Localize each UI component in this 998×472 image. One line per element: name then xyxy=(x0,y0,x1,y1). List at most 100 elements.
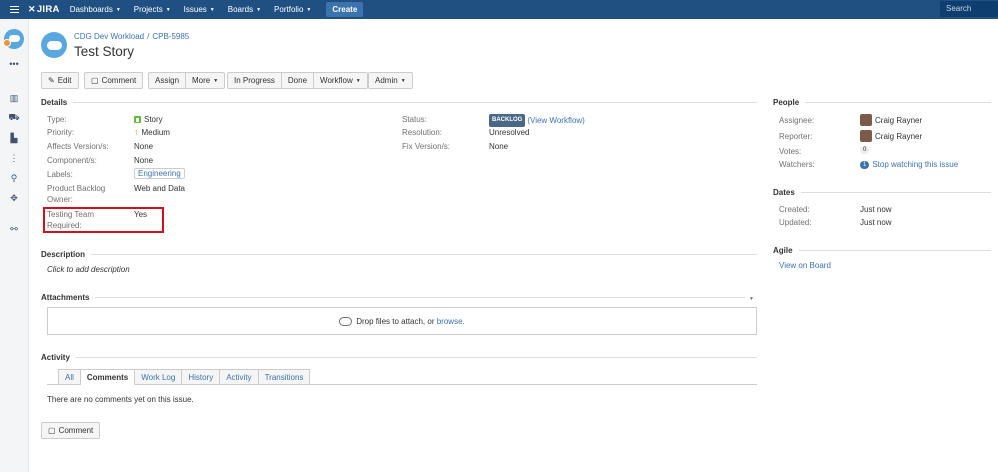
story-icon xyxy=(134,116,141,123)
menu-icon[interactable] xyxy=(0,0,28,19)
nav-boards[interactable]: Boards ▼ xyxy=(228,5,261,14)
attachments-heading[interactable]: Attachments xyxy=(41,293,745,302)
created-value: Just now xyxy=(860,205,892,214)
tab-activity[interactable]: Activity xyxy=(220,369,259,385)
components-value[interactable]: None xyxy=(134,155,153,166)
divider xyxy=(805,102,991,103)
assign-button[interactable]: Assign xyxy=(148,72,187,89)
priority-value: ↑ Medium xyxy=(134,127,170,137)
status-label: Status: xyxy=(402,115,427,124)
fix-version-value[interactable]: None xyxy=(489,141,508,152)
more-icon[interactable]: ••• xyxy=(8,59,20,69)
issue-project-avatar xyxy=(41,32,67,58)
reporter-value[interactable]: Craig Rayner xyxy=(860,130,922,142)
issues-search-icon[interactable]: ⚲ xyxy=(8,173,20,183)
affects-version-label: Affects Version/s: xyxy=(47,142,109,151)
tab-transitions[interactable]: Transitions xyxy=(258,369,311,385)
status-badge: BACKLOG xyxy=(489,114,526,127)
search-input[interactable]: Search xyxy=(940,1,998,17)
breadcrumb-project-link[interactable]: CDG Dev Workload xyxy=(74,32,144,41)
comment-button[interactable]: ▢ Comment xyxy=(84,72,144,89)
more-button[interactable]: More ▼ xyxy=(186,72,226,89)
priority-label: Priority: xyxy=(47,128,75,137)
comment-icon: ▢ xyxy=(91,76,99,85)
divider xyxy=(75,357,757,358)
description-placeholder[interactable]: Click to add description xyxy=(47,264,130,275)
affects-version-value[interactable]: None xyxy=(134,141,153,152)
nav-portfolio[interactable]: Portfolio ▼ xyxy=(274,5,311,14)
board-icon[interactable]: ▥ xyxy=(8,93,20,103)
watchers-badge[interactable]: 1 xyxy=(860,160,870,169)
chevron-down-icon: ▼ xyxy=(256,6,262,13)
updated-value: Just now xyxy=(860,218,892,227)
details-heading[interactable]: Details xyxy=(41,98,757,107)
done-button[interactable]: Done xyxy=(281,72,315,89)
issue-summary[interactable]: Test Story xyxy=(74,44,134,59)
admin-button[interactable]: Admin ▼ xyxy=(368,72,413,89)
divider xyxy=(800,192,991,193)
reporter-label: Reporter: xyxy=(779,132,813,141)
chevron-down-icon: ▼ xyxy=(165,6,171,13)
tab-all[interactable]: All xyxy=(58,369,81,385)
project-avatar[interactable] xyxy=(3,29,24,49)
product-backlog-owner-value[interactable]: Web and Data xyxy=(134,183,185,194)
comment-icon: ▢ xyxy=(48,426,56,435)
components-label: Component/s: xyxy=(47,156,97,165)
assignee-value[interactable]: Craig Rayner xyxy=(860,114,922,126)
link-icon[interactable]: ⚯ xyxy=(8,224,20,234)
browse-link[interactable]: browse. xyxy=(437,317,465,326)
view-workflow-link[interactable]: (View Workflow) xyxy=(527,115,585,126)
chevron-down-icon[interactable]: ▼ xyxy=(749,296,754,302)
addons-icon[interactable]: ✥ xyxy=(8,193,20,203)
assign-group: Assign More ▼ xyxy=(148,72,226,89)
edit-button[interactable]: ✎ Edit xyxy=(41,72,79,89)
workflow-button[interactable]: Workflow ▼ xyxy=(314,72,368,89)
jira-logo[interactable]: ✕ JIRA xyxy=(28,4,60,15)
fix-version-label: Fix Version/s: xyxy=(402,142,451,151)
labels-label: Labels: xyxy=(47,170,73,179)
divider xyxy=(798,250,991,251)
pencil-icon: ✎ xyxy=(48,76,55,85)
labels-value: Engineering xyxy=(134,168,185,179)
activity-heading[interactable]: Activity xyxy=(41,353,757,362)
chevron-down-icon: ▼ xyxy=(209,6,215,13)
nav-dashboards[interactable]: Dashboards ▼ xyxy=(70,5,121,14)
in-progress-button[interactable]: In Progress xyxy=(227,72,282,89)
tab-comments[interactable]: Comments xyxy=(80,369,136,385)
notification-badge xyxy=(3,39,11,47)
nav-issues[interactable]: Issues ▼ xyxy=(184,5,215,14)
workflow-group: In Progress Done Workflow ▼ xyxy=(227,72,368,89)
add-comment-button[interactable]: ▢ Comment xyxy=(41,422,101,439)
product-backlog-owner-label: Product Backlog Owner: xyxy=(47,184,106,204)
agile-heading[interactable]: Agile xyxy=(773,246,991,255)
people-heading[interactable]: People xyxy=(773,98,991,107)
votes-badge: 0 xyxy=(860,146,870,154)
arrow-up-icon: ↑ xyxy=(134,127,139,137)
stop-watching-link[interactable]: Stop watching this issue xyxy=(872,159,958,170)
tab-work-log[interactable]: Work Log xyxy=(135,369,183,385)
cloud-icon xyxy=(47,41,62,50)
comment-footer-group: ▢ Comment xyxy=(41,422,101,439)
breadcrumb-issue-link[interactable]: CPB-5985 xyxy=(152,32,189,41)
chevron-down-icon: ▼ xyxy=(400,77,406,84)
type-label: Type: xyxy=(47,115,67,124)
watchers-value: 1 Stop watching this issue xyxy=(860,159,958,170)
divider xyxy=(95,297,745,298)
activity-tabs: All Comments Work Log History Activity T… xyxy=(58,369,311,385)
dates-heading[interactable]: Dates xyxy=(773,188,991,197)
description-heading[interactable]: Description xyxy=(41,250,757,259)
label-tag[interactable]: Engineering xyxy=(134,168,185,179)
create-button[interactable]: Create xyxy=(326,2,364,17)
releases-icon[interactable]: ⛟ xyxy=(8,112,20,122)
breadcrumb: CDG Dev Workload / CPB-5985 xyxy=(74,32,190,41)
votes-value[interactable]: 0 xyxy=(860,146,870,154)
backlog-icon[interactable]: ⋮ xyxy=(8,153,20,163)
nav-projects[interactable]: Projects ▼ xyxy=(134,5,171,14)
chevron-down-icon: ▼ xyxy=(213,77,219,84)
divider xyxy=(91,254,757,255)
tab-history[interactable]: History xyxy=(182,369,221,385)
view-on-board-link[interactable]: View on Board xyxy=(779,260,831,271)
attachment-dropzone[interactable]: Drop files to attach, or browse. xyxy=(47,307,757,335)
reports-icon[interactable]: ▙ xyxy=(8,133,20,143)
avatar xyxy=(860,130,872,142)
